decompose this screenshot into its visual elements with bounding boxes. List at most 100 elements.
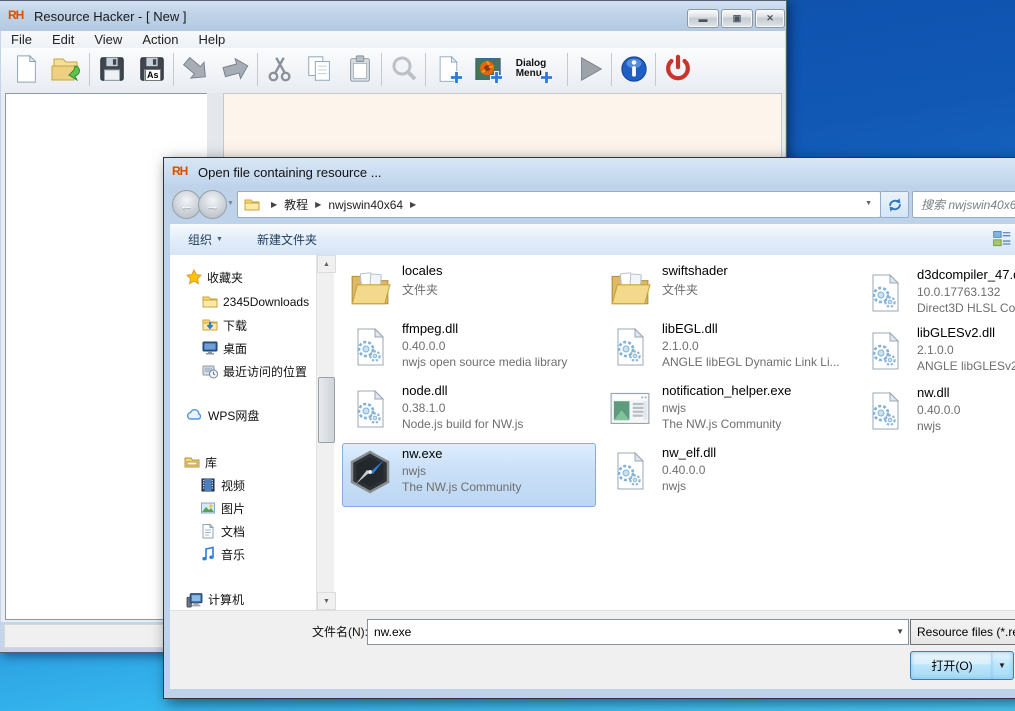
file-item-swiftshader[interactable]: swiftshader 文件夹: [608, 263, 860, 321]
breadcrumb-item-folder[interactable]: nwjswin40x64: [328, 198, 403, 212]
menu-file[interactable]: File: [1, 32, 42, 47]
open-button-label: 打开(O): [931, 657, 972, 674]
new-file-button[interactable]: [7, 50, 45, 88]
run-button[interactable]: [571, 50, 609, 88]
breadcrumb[interactable]: ▶ 教程 ▶ nwjswin40x64 ▶ ▼: [237, 191, 881, 218]
forward-icon: →: [206, 197, 220, 213]
views-button[interactable]: [992, 229, 1012, 249]
file-item-locales[interactable]: locales 文件夹: [348, 263, 600, 321]
filename-dropdown-icon[interactable]: ▼: [896, 627, 904, 636]
filter-value: Resource files (*.re: [917, 625, 1015, 639]
app-window-icon: [608, 385, 652, 433]
filename-value: nw.exe: [374, 625, 411, 639]
open-button[interactable]: 打开(O): [910, 651, 994, 680]
sidebar-item-wps-cloud[interactable]: WPS网盘: [186, 405, 259, 425]
paste-button[interactable]: [341, 50, 379, 88]
minimize-button[interactable]: ▬: [687, 9, 719, 28]
toolbar-separator: [89, 53, 90, 86]
toolbar-separator: [257, 53, 258, 86]
sidebar-item-documents[interactable]: 文档: [200, 521, 245, 541]
chevron-down-icon: ▼: [216, 236, 223, 243]
file-item-nw-exe[interactable]: nw.exe nwjs The NW.js Community: [348, 446, 600, 504]
maximize-button[interactable]: ▣: [721, 9, 753, 28]
exit-button[interactable]: [659, 50, 697, 88]
download-folder-icon: [202, 317, 218, 333]
forward-button[interactable]: →: [198, 190, 227, 219]
organize-button[interactable]: 组织 ▼: [188, 231, 223, 248]
sidebar-item-computer[interactable]: 计算机: [186, 589, 244, 609]
filename-input[interactable]: nw.exe ▼: [367, 619, 909, 645]
add-dialog-menu-button[interactable]: Dialog Menu: [505, 50, 557, 88]
history-dropdown-icon[interactable]: ▼: [227, 200, 234, 207]
menu-view[interactable]: View: [84, 32, 132, 47]
file-item-notification-helper-exe[interactable]: notification_helper.exe nwjs The NW.js C…: [608, 383, 860, 441]
sidebar-item-2345downloads[interactable]: 2345Downloads: [202, 292, 309, 312]
address-dropdown-icon[interactable]: ▼: [865, 200, 872, 207]
dll-file-icon: [863, 387, 907, 435]
sidebar-item-videos[interactable]: 视频: [200, 475, 245, 495]
sidebar-item-libraries[interactable]: 库: [184, 452, 217, 472]
file-item-libegl-dll[interactable]: libEGL.dll 2.1.0.0 ANGLE libEGL Dynamic …: [608, 321, 860, 379]
copy-button[interactable]: [301, 50, 339, 88]
add-resource-button[interactable]: [429, 50, 467, 88]
resource-hacker-app-icon: RH: [8, 8, 28, 24]
file-type-filter-dropdown[interactable]: Resource files (*.re: [910, 619, 1015, 645]
open-file-dialog: RH Open file containing resource ... ← →…: [163, 157, 1015, 699]
toolbar-separator: [655, 53, 656, 86]
new-folder-label: 新建文件夹: [257, 231, 317, 248]
refresh-button[interactable]: [880, 191, 909, 218]
save-as-button[interactable]: As: [133, 50, 171, 88]
file-item-nw-dll[interactable]: nw.dll 0.40.0.0 nwjs: [863, 385, 1015, 443]
sidebar-item-pictures[interactable]: 图片: [200, 498, 245, 518]
file-item-libglesv2-dll[interactable]: libGLESv2.dll 2.1.0.0 ANGLE libGLESv2 D: [863, 325, 1015, 383]
toolbar-separator: [567, 53, 568, 86]
dialog-footer: 文件名(N): nw.exe ▼ Resource files (*.re 打开…: [170, 610, 1015, 689]
back-icon: ←: [180, 197, 194, 213]
close-button[interactable]: ✕: [755, 9, 785, 28]
open-button-dropdown-icon[interactable]: ▼: [991, 651, 1014, 680]
scrollbar-thumb[interactable]: [318, 377, 335, 443]
cut-button[interactable]: [261, 50, 299, 88]
file-item-d3dcompiler-dll[interactable]: d3dcompiler_47.dll 10.0.17763.132 Direct…: [863, 267, 1015, 325]
sidebar-item-recent-places[interactable]: 最近访问的位置: [202, 361, 307, 381]
search-input[interactable]: 搜索 nwjswin40x64: [912, 191, 1015, 218]
back-button[interactable]: ←: [172, 190, 201, 219]
command-bar: 组织 ▼ 新建文件夹: [170, 224, 1015, 256]
undo-button[interactable]: [177, 50, 215, 88]
menu-help[interactable]: Help: [188, 32, 235, 47]
redo-button[interactable]: [217, 50, 255, 88]
file-item-ffmpeg-dll[interactable]: ffmpeg.dll 0.40.0.0 nwjs open source med…: [348, 321, 600, 379]
add-image-resource-button[interactable]: [469, 50, 507, 88]
menu-edit[interactable]: Edit: [42, 32, 84, 47]
organize-label: 组织: [188, 231, 212, 248]
dll-file-icon: [863, 327, 907, 375]
document-icon: [200, 523, 216, 539]
nw-logo-icon: [348, 448, 392, 496]
music-icon: [200, 546, 216, 562]
breadcrumb-item-root[interactable]: 教程: [284, 196, 308, 213]
refresh-icon: [885, 195, 905, 215]
recent-places-icon: [202, 363, 218, 379]
file-item-nw-elf-dll[interactable]: nw_elf.dll 0.40.0.0 nwjs: [608, 445, 860, 503]
main-title-bar[interactable]: RH Resource Hacker - [ New ]: [0, 1, 786, 31]
new-folder-button[interactable]: 新建文件夹: [257, 231, 317, 248]
open-file-button[interactable]: [47, 50, 85, 88]
menu-action[interactable]: Action: [132, 32, 188, 47]
sidebar-item-favorites[interactable]: 收藏夹: [186, 267, 243, 287]
info-button[interactable]: [615, 50, 653, 88]
scroll-down-icon[interactable]: ▼: [317, 592, 336, 610]
sidebar-scrollbar[interactable]: ▲ ▼: [316, 255, 334, 610]
find-button[interactable]: [385, 50, 423, 88]
save-button[interactable]: [93, 50, 131, 88]
sidebar-item-music[interactable]: 音乐: [200, 544, 245, 564]
sidebar-item-downloads[interactable]: 下载: [202, 315, 247, 335]
sidebar-item-desktop[interactable]: 桌面: [202, 338, 247, 358]
dialog-title-bar[interactable]: RH Open file containing resource ...: [164, 158, 1015, 186]
toolbar-separator: [173, 53, 174, 86]
dialog-menu-label-2: Menu: [516, 68, 542, 79]
menu-bar: File Edit View Action Help: [1, 31, 785, 49]
scroll-up-icon[interactable]: ▲: [317, 255, 336, 273]
file-item-node-dll[interactable]: node.dll 0.38.1.0 Node.js build for NW.j…: [348, 383, 600, 441]
library-icon: [184, 454, 200, 470]
desktop-icon: [202, 340, 218, 356]
